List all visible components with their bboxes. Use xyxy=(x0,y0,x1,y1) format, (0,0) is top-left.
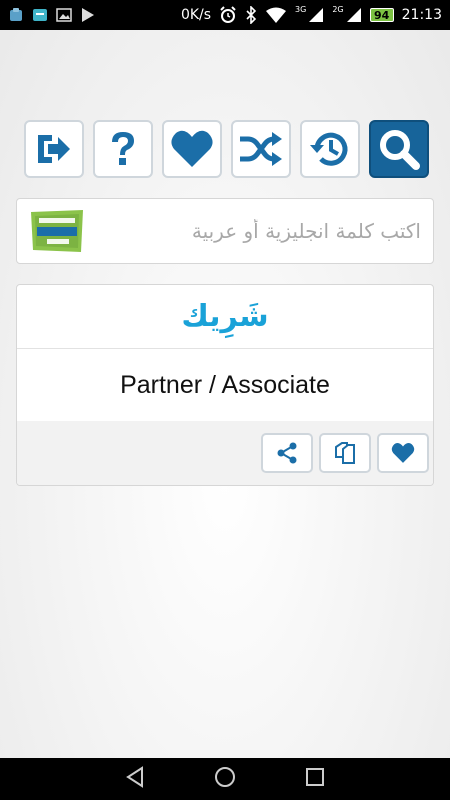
card-actions xyxy=(17,421,433,485)
help-button[interactable] xyxy=(93,120,153,178)
exit-icon xyxy=(38,135,70,163)
home-icon xyxy=(214,767,235,787)
copy-icon xyxy=(335,442,355,464)
heart-icon xyxy=(171,130,213,167)
favorites-button[interactable] xyxy=(162,120,222,178)
wifi-icon xyxy=(265,7,287,23)
share-button[interactable] xyxy=(261,433,313,473)
history-button[interactable] xyxy=(300,120,360,178)
back-icon xyxy=(125,766,143,788)
result-card: شَرِيك Partner / Associate xyxy=(16,284,434,486)
question-icon xyxy=(112,132,134,165)
bluetooth-icon xyxy=(245,6,257,24)
battery-icon: 94 xyxy=(369,8,394,22)
search-bar xyxy=(16,198,434,264)
history-icon xyxy=(310,132,348,166)
search-input[interactable] xyxy=(85,219,421,243)
network-2g-label: 2G xyxy=(332,4,344,14)
english-translation: Partner / Associate xyxy=(120,370,330,399)
arabic-word: شَرِيك xyxy=(17,285,433,349)
copy-button[interactable] xyxy=(319,433,371,473)
net-speed: 0K/s xyxy=(180,7,212,23)
signal-2g-icon xyxy=(346,7,362,23)
shuffle-icon xyxy=(240,132,282,166)
status-bar: 0K/s 3G 2G 94 21:13 xyxy=(0,0,450,30)
recents-button[interactable] xyxy=(304,766,326,792)
favorite-button[interactable] xyxy=(377,433,429,473)
signal-3g-icon xyxy=(308,7,324,23)
image-notification-icon xyxy=(56,7,72,23)
recents-icon xyxy=(306,768,325,786)
main-toolbar xyxy=(24,120,429,178)
exit-button[interactable] xyxy=(24,120,84,178)
message-notification-icon xyxy=(32,7,48,23)
search-button[interactable] xyxy=(369,120,429,178)
random-button[interactable] xyxy=(231,120,291,178)
home-button[interactable] xyxy=(213,765,237,793)
play-store-icon xyxy=(80,7,96,23)
alarm-icon xyxy=(219,6,237,24)
search-icon xyxy=(380,130,420,170)
heart-icon xyxy=(391,443,415,463)
app-notification-icon xyxy=(8,7,24,23)
status-notifications xyxy=(8,7,96,23)
status-system: 0K/s 3G 2G 94 21:13 xyxy=(180,4,442,24)
dictionary-logo-icon xyxy=(31,210,83,252)
share-icon xyxy=(277,442,297,464)
clock: 21:13 xyxy=(401,7,442,23)
app-logo xyxy=(29,208,85,254)
navigation-bar xyxy=(0,758,450,800)
network-3g-label: 3G xyxy=(295,4,307,14)
back-button[interactable] xyxy=(124,766,146,792)
